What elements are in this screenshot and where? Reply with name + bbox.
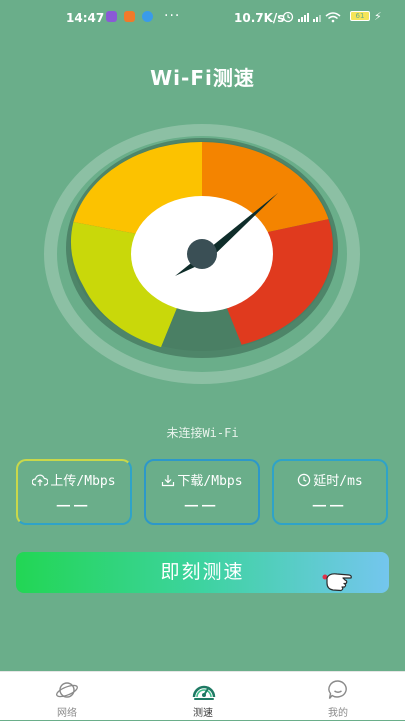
chat-face-icon <box>328 680 347 699</box>
wifi-icon <box>325 12 341 23</box>
speedometer-icon <box>192 685 216 700</box>
upload-value: —— <box>56 493 92 518</box>
pointing-hand-icon <box>322 573 352 592</box>
bottom-tab-bar: 网络 测速 我的 <box>0 671 405 720</box>
status-bar: 14:47 ··· 10.7K/s 61 ⚡ <box>0 0 405 36</box>
alarm-icon <box>282 11 294 23</box>
tab-network-label: 网络 <box>57 708 77 719</box>
notification-message-icon <box>142 11 153 22</box>
latency-value: —— <box>312 493 348 518</box>
status-time: 14:47 <box>66 11 105 25</box>
status-icons <box>282 10 346 27</box>
battery-icon: 61 <box>350 11 370 21</box>
download-value: —— <box>184 493 220 518</box>
signal-2-icon <box>313 15 321 22</box>
download-card: 下载/Mbps —— <box>144 459 260 525</box>
tab-network[interactable]: 网络 <box>27 672 107 721</box>
upload-card: 上传/Mbps —— <box>16 459 132 525</box>
download-icon <box>162 475 175 487</box>
charging-icon: ⚡ <box>374 10 382 23</box>
page-title: Wi-Fi测速 <box>150 66 255 90</box>
tab-mine-label: 我的 <box>328 708 348 719</box>
signal-icon <box>298 13 309 22</box>
tab-mine[interactable]: 我的 <box>298 672 378 721</box>
upload-label: 上传/Mbps <box>50 474 116 489</box>
tab-speed-test-label: 测速 <box>193 708 213 719</box>
clock-icon <box>298 473 311 487</box>
more-notifications-icon: ··· <box>164 8 181 24</box>
latency-label: 延时/ms <box>313 474 363 489</box>
start-test-label: 即刻测速 <box>160 561 245 583</box>
notification-app-icon <box>106 11 117 22</box>
download-label: 下载/Mbps <box>177 474 243 489</box>
planet-icon <box>56 682 78 698</box>
speed-gauge <box>44 124 360 384</box>
wifi-status-text: 未连接Wi-Fi <box>166 426 239 440</box>
notification-mi-icon <box>124 11 135 22</box>
latency-card: 延时/ms —— <box>272 459 388 525</box>
cloud-upload-icon <box>32 474 49 486</box>
start-test-button[interactable]: 即刻测速 <box>16 552 389 593</box>
gauge-hub <box>187 239 217 269</box>
tab-speed-test[interactable]: 测速 <box>163 672 243 721</box>
network-speed: 10.7K/s <box>234 11 285 25</box>
